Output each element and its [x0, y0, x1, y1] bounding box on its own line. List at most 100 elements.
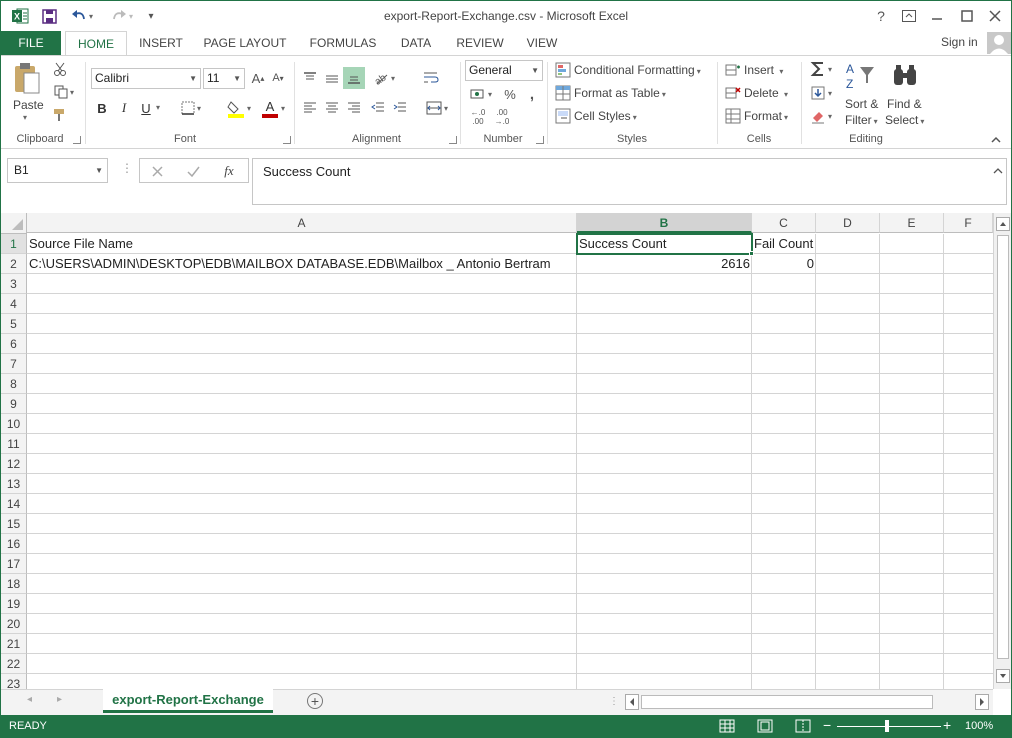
scroll-up-button[interactable] [996, 217, 1010, 231]
tab-view[interactable]: VIEW [519, 31, 565, 55]
row-header[interactable]: 17 [1, 554, 27, 574]
tab-insert[interactable]: INSERT [131, 31, 191, 55]
prev-sheet-icon[interactable]: ◂ [27, 694, 32, 705]
increase-font-size-icon[interactable]: A ▴ [249, 68, 267, 88]
row-header[interactable]: 18 [1, 574, 27, 594]
find-select-button[interactable]: Select ▾ [885, 113, 924, 127]
borders-icon[interactable]: ▾ [173, 98, 209, 118]
sheet-tab-active[interactable]: export-Report-Exchange [103, 689, 273, 713]
help-button[interactable]: ? [867, 4, 895, 28]
cell-a1[interactable]: Source File Name [27, 234, 135, 254]
tab-review[interactable]: REVIEW [449, 31, 511, 55]
delete-cells-button[interactable]: Delete ▾ [744, 86, 788, 100]
find-select-label-1[interactable]: Find & [887, 97, 922, 111]
format-as-table-icon[interactable] [554, 84, 572, 102]
row-header[interactable]: 5 [1, 314, 27, 334]
underline-dropdown-icon[interactable]: ▾ [156, 103, 160, 112]
row-header[interactable]: 11 [1, 434, 27, 454]
cell-styles-icon[interactable] [554, 107, 572, 125]
tab-split-grip-icon[interactable]: ⋮ [609, 696, 619, 707]
conditional-formatting-icon[interactable] [554, 61, 572, 79]
zoom-level[interactable]: 100% [965, 720, 993, 732]
underline-button[interactable]: U [137, 98, 155, 118]
chevron-down-icon[interactable]: ▼ [95, 159, 103, 182]
page-layout-view-icon[interactable] [757, 719, 775, 733]
row-header[interactable]: 22 [1, 654, 27, 674]
select-all-button[interactable] [1, 213, 27, 234]
row-header[interactable]: 13 [1, 474, 27, 494]
comma-style-icon[interactable]: , [523, 84, 541, 104]
column-header-e[interactable]: E [880, 213, 944, 233]
normal-view-icon[interactable] [719, 719, 737, 733]
sort-filter-label-1[interactable]: Sort & [845, 97, 878, 111]
delete-cells-icon[interactable] [724, 84, 742, 102]
bottom-align-icon[interactable] [343, 67, 365, 89]
accounting-format-icon[interactable]: ▾ [467, 84, 495, 104]
format-painter-icon[interactable] [51, 106, 69, 124]
percent-style-button[interactable]: % [501, 84, 519, 104]
vertical-scrollbar[interactable] [993, 213, 1011, 689]
middle-align-icon[interactable] [323, 68, 341, 88]
zoom-out-icon[interactable]: − [823, 718, 831, 732]
close-icon[interactable] [981, 4, 1009, 28]
top-align-icon[interactable] [301, 68, 319, 88]
row-header[interactable]: 14 [1, 494, 27, 514]
bold-button[interactable]: B [93, 98, 111, 118]
autosum-icon[interactable]: ▾ [807, 59, 835, 79]
tab-file[interactable]: FILE [1, 31, 61, 55]
avatar[interactable] [987, 32, 1011, 54]
tab-page-layout[interactable]: PAGE LAYOUT [197, 31, 293, 55]
font-size-select[interactable]: 11 ▼ [203, 68, 245, 89]
zoom-slider[interactable] [837, 726, 941, 727]
scroll-left-button[interactable] [625, 694, 639, 710]
decrease-font-size-icon[interactable]: A ▾ [269, 68, 287, 88]
collapse-ribbon-icon[interactable] [989, 132, 1003, 146]
scroll-right-button[interactable] [975, 694, 989, 710]
column-header-f[interactable]: F [944, 213, 993, 233]
cut-icon[interactable] [51, 60, 69, 78]
column-header-c[interactable]: C [752, 213, 816, 233]
clipboard-launcher-icon[interactable] [73, 136, 81, 144]
format-cells-icon[interactable] [724, 107, 742, 125]
column-header-b[interactable]: B [577, 213, 752, 233]
row-header[interactable]: 15 [1, 514, 27, 534]
font-launcher-icon[interactable] [283, 136, 291, 144]
row-header[interactable]: 6 [1, 334, 27, 354]
zoom-slider-thumb[interactable] [885, 720, 889, 732]
insert-cells-icon[interactable] [724, 61, 742, 79]
paste-icon[interactable] [11, 60, 43, 98]
row-header[interactable]: 9 [1, 394, 27, 414]
row-header[interactable]: 21 [1, 634, 27, 654]
align-right-icon[interactable] [345, 98, 363, 118]
row-header[interactable]: 20 [1, 614, 27, 634]
row-header[interactable]: 16 [1, 534, 27, 554]
align-left-icon[interactable] [301, 98, 319, 118]
insert-cells-button[interactable]: Insert ▾ [744, 63, 783, 77]
cell-b2[interactable]: 2616 [577, 254, 752, 274]
align-center-icon[interactable] [323, 98, 341, 118]
row-header[interactable]: 12 [1, 454, 27, 474]
number-format-select[interactable]: General ▼ [465, 60, 543, 81]
next-sheet-icon[interactable]: ▸ [57, 694, 62, 705]
decrease-decimal-icon[interactable]: .00 →.0 [491, 106, 513, 128]
tab-formulas[interactable]: FORMULAS [301, 31, 385, 55]
vertical-scroll-thumb[interactable] [997, 235, 1009, 659]
row-header[interactable]: 1 [1, 234, 27, 254]
column-header-a[interactable]: A [27, 213, 577, 233]
name-box[interactable]: B1 ▼ [7, 158, 108, 183]
format-cells-button[interactable]: Format ▾ [744, 109, 788, 123]
cancel-formula-icon[interactable] [148, 163, 166, 179]
column-header-d[interactable]: D [816, 213, 880, 233]
scroll-down-button[interactable] [996, 669, 1010, 683]
row-header[interactable]: 8 [1, 374, 27, 394]
row-header[interactable]: 4 [1, 294, 27, 314]
wrap-text-icon[interactable] [421, 68, 441, 88]
paste-dropdown-icon[interactable]: ▾ [23, 113, 27, 122]
cell-c1[interactable]: Fail Count [752, 234, 815, 254]
number-launcher-icon[interactable] [536, 136, 544, 144]
row-header[interactable]: 19 [1, 594, 27, 614]
decrease-indent-icon[interactable] [369, 98, 387, 118]
cell-styles-button[interactable]: Cell Styles ▾ [574, 109, 637, 123]
cell-c2[interactable]: 0 [752, 254, 816, 274]
italic-button[interactable]: I [115, 98, 133, 118]
